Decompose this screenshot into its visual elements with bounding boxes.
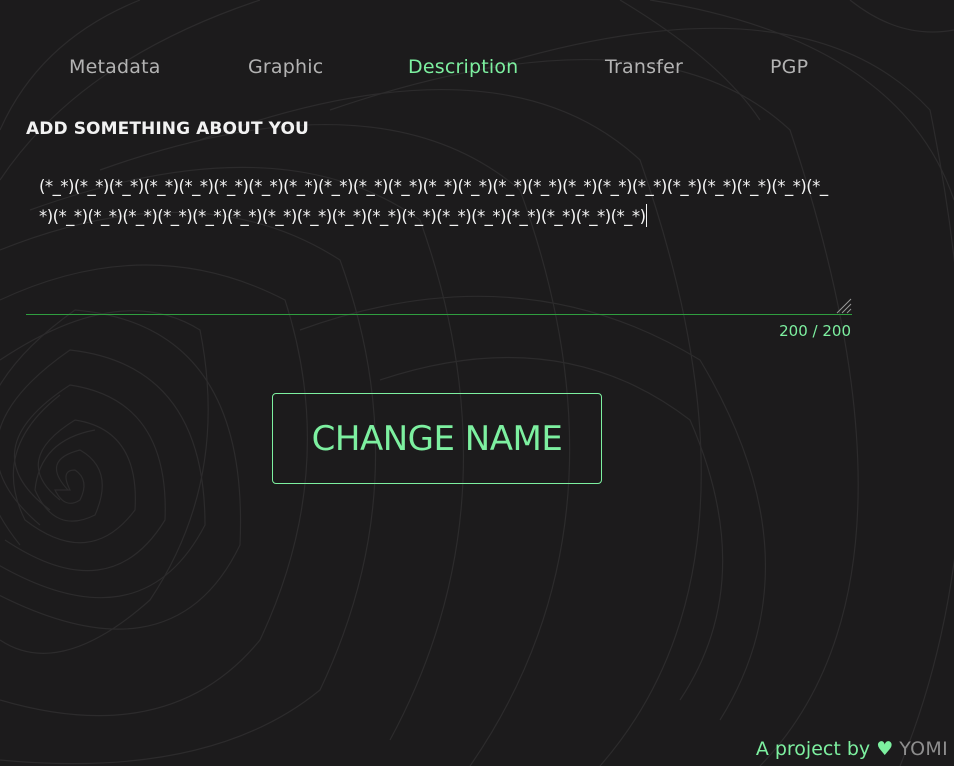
app-root: Metadata Graphic Description Transfer PG… <box>0 0 954 766</box>
tab-description[interactable]: Description <box>408 56 518 78</box>
tab-pgp[interactable]: PGP <box>770 56 808 78</box>
footer-brand-link[interactable]: YOMI <box>899 738 948 760</box>
text-caret <box>646 204 648 227</box>
description-textarea[interactable]: (*_*)(*_*)(*_*)(*_*)(*_*)(*_*)(*_*)(*_*)… <box>26 160 852 315</box>
tab-metadata[interactable]: Metadata <box>69 56 161 78</box>
footer-credit: A project by ♥ YOMI <box>756 738 948 760</box>
description-title: ADD SOMETHING ABOUT YOU <box>26 119 309 139</box>
description-value: (*_*)(*_*)(*_*)(*_*)(*_*)(*_*)(*_*)(*_*)… <box>39 177 828 226</box>
description-text[interactable]: (*_*)(*_*)(*_*)(*_*)(*_*)(*_*)(*_*)(*_*)… <box>39 172 839 232</box>
background-swirl-decoration <box>0 0 954 766</box>
character-counter: 200 / 200 <box>779 322 851 340</box>
tab-bar: Metadata Graphic Description Transfer PG… <box>0 56 954 86</box>
tab-graphic[interactable]: Graphic <box>248 56 323 78</box>
resize-grip-icon[interactable] <box>834 296 852 314</box>
change-name-button[interactable]: CHANGE NAME <box>272 393 602 484</box>
heart-icon: ♥ <box>876 738 894 760</box>
tab-transfer[interactable]: Transfer <box>605 56 683 78</box>
footer-prefix: A project by <box>755 738 871 760</box>
